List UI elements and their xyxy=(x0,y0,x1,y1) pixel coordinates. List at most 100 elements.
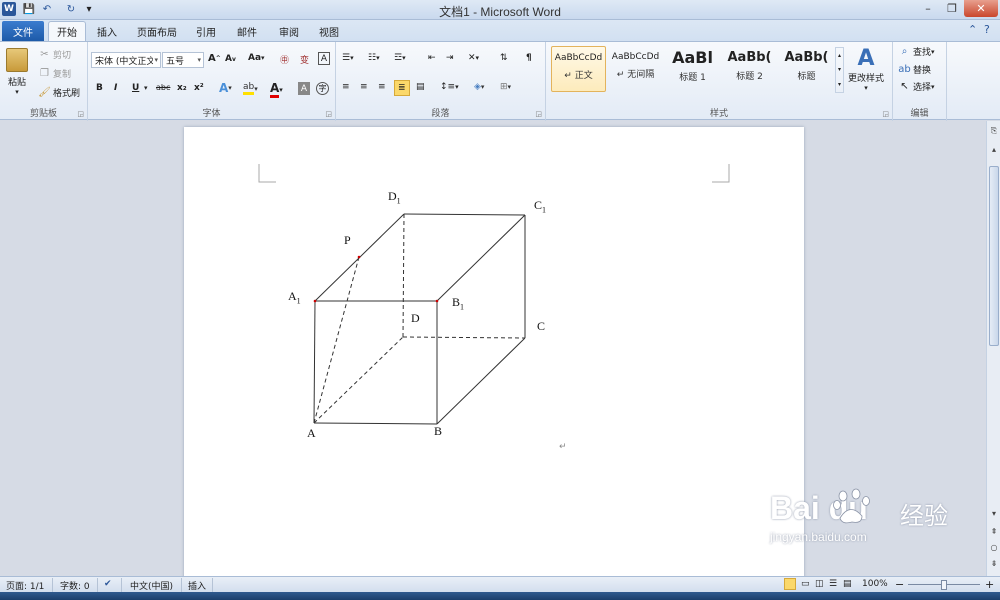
align-center-icon[interactable]: ≡ xyxy=(360,82,368,92)
close-button[interactable]: ✕ xyxy=(964,0,998,17)
tab-review[interactable]: 审阅 xyxy=(272,21,306,41)
font-color-icon[interactable]: A ▾ xyxy=(270,81,283,98)
help-icon[interactable]: ? xyxy=(984,23,990,36)
numbering-icon[interactable]: ☷ ▾ xyxy=(368,53,380,63)
character-shading-icon[interactable]: A xyxy=(298,82,310,95)
zoom-in-button[interactable]: + xyxy=(985,578,994,591)
text-effects-icon[interactable]: A ▾ xyxy=(219,81,232,95)
proofing-icon[interactable]: ✔ xyxy=(104,579,112,589)
web-layout-icon[interactable]: ◫ xyxy=(815,579,824,589)
tab-references[interactable]: 引用 xyxy=(190,21,222,41)
find-button[interactable]: ⌕ 查找 ▾ xyxy=(898,45,935,58)
browse-object-icon[interactable]: ○ xyxy=(988,541,1000,553)
style-normal[interactable]: AaBbCcDd ↵ 正文 xyxy=(551,46,606,92)
page-count[interactable]: 页面: 1/1 xyxy=(6,579,44,592)
outline-view-icon[interactable]: ☰ xyxy=(829,579,837,589)
edge-AD xyxy=(313,336,404,424)
superscript-button[interactable]: x² xyxy=(194,83,204,93)
paste-button[interactable]: 粘贴 ▾ xyxy=(6,48,28,96)
justify-icon[interactable]: ≣ xyxy=(394,80,410,96)
change-case-button[interactable]: Aa ▾ xyxy=(248,53,265,63)
copy-button[interactable]: ❐ 复制 xyxy=(38,67,71,80)
align-left-icon[interactable]: ≡ xyxy=(342,82,350,92)
scroll-up-icon[interactable]: ▴ xyxy=(988,143,1000,155)
chevron-down-icon: ▾ xyxy=(154,56,158,64)
next-page-icon[interactable]: ⇟ xyxy=(988,557,1000,569)
styles-scroll-icon[interactable]: ▴ ▾ ▾ xyxy=(835,47,844,93)
strikethrough-button[interactable]: abc xyxy=(156,83,170,92)
sort-icon[interactable]: ⇅ xyxy=(500,53,508,63)
shrink-font-button[interactable]: Av xyxy=(225,54,236,64)
line-spacing-icon[interactable]: ↕≡ ▾ xyxy=(440,82,459,92)
vertical-scrollbar[interactable]: ⎘ ▴ ▾ ⇞ ○ ⇟ xyxy=(986,121,1000,576)
select-button[interactable]: ↖ 选择 ▾ xyxy=(898,80,934,93)
underline-button[interactable]: U xyxy=(132,83,139,93)
style-title[interactable]: AaBb( 标题 xyxy=(779,46,834,92)
scroll-down-icon[interactable]: ▾ xyxy=(988,507,1000,519)
change-styles-button[interactable]: A 更改样式 ▾ xyxy=(848,46,884,92)
style-heading-1[interactable]: AaBl 标题 1 xyxy=(665,46,720,92)
font-size-select[interactable]: 五号 ▾ xyxy=(162,52,204,68)
ruler-toggle-icon[interactable]: ⎘ xyxy=(988,125,1000,137)
style-sample: AaBb( xyxy=(784,50,829,65)
character-border-icon[interactable]: A xyxy=(318,52,330,65)
enclose-characters-icon[interactable]: 字 xyxy=(316,82,329,95)
tab-view[interactable]: 视图 xyxy=(312,21,346,41)
bold-button[interactable]: B xyxy=(96,83,103,93)
styles-launcher-icon[interactable]: ◲ xyxy=(882,110,889,118)
collapse-ribbon-icon[interactable]: ⌃ xyxy=(968,23,977,36)
document-page[interactable]: D1 C1 P A1 B1 D C A B ↵ xyxy=(184,127,804,576)
clipboard-group-label: 剪贴板 xyxy=(29,109,57,119)
minimize-button[interactable]: – xyxy=(916,0,940,17)
tab-mailings[interactable]: 邮件 xyxy=(230,21,264,41)
multilevel-list-icon[interactable]: ☲ ▾ xyxy=(394,53,406,63)
zoom-out-button[interactable]: − xyxy=(895,578,904,591)
print-layout-icon[interactable] xyxy=(784,578,796,590)
paragraph-launcher-icon[interactable]: ◲ xyxy=(535,110,542,118)
document-area[interactable]: D1 C1 P A1 B1 D C A B ↵ xyxy=(0,121,986,576)
tab-home[interactable]: 开始 xyxy=(48,21,86,41)
chinese-layout-icon[interactable]: ✕ ▾ xyxy=(468,53,479,63)
highlight-icon[interactable]: ab ▾ xyxy=(243,82,258,95)
clear-format-icon[interactable]: 变 xyxy=(300,53,309,66)
borders-icon[interactable]: ⊞ ▾ xyxy=(500,82,511,92)
cut-button[interactable]: ✂ 剪切 xyxy=(38,48,71,61)
font-launcher-icon[interactable]: ◲ xyxy=(325,110,332,118)
tab-insert[interactable]: 插入 xyxy=(90,21,124,41)
scroll-thumb[interactable] xyxy=(989,166,999,346)
show-marks-icon[interactable]: ¶ xyxy=(526,53,532,63)
replace-button[interactable]: ab 替换 xyxy=(898,63,931,76)
phonetic-guide-icon[interactable]: ㊥ xyxy=(280,53,289,66)
word-count[interactable]: 字数: 0 xyxy=(60,579,90,592)
format-painter-button[interactable]: 🖌 格式刷 xyxy=(38,86,80,99)
italic-button[interactable]: I xyxy=(114,83,117,93)
scissors-icon: ✂ xyxy=(40,49,49,60)
shading-icon[interactable]: ◈ ▾ xyxy=(474,82,484,92)
underline-dropdown-icon[interactable]: ▾ xyxy=(144,84,148,92)
paragraph-group-label: 段落 xyxy=(431,109,450,119)
decrease-indent-icon[interactable]: ⇤ xyxy=(428,53,436,63)
format-painter-label: 格式刷 xyxy=(53,89,81,99)
grow-font-button[interactable]: A ^ xyxy=(208,53,221,64)
language-indicator[interactable]: 中文(中国) xyxy=(130,579,173,592)
font-name-select[interactable]: 宋体 (中文正文) ▾ xyxy=(91,52,161,68)
align-right-icon[interactable]: ≡ xyxy=(378,82,386,92)
zoom-slider-thumb[interactable] xyxy=(941,580,947,590)
style-heading-2[interactable]: AaBb( 标题 2 xyxy=(722,46,777,92)
draft-view-icon[interactable]: ▤ xyxy=(843,579,852,589)
zoom-level[interactable]: 100% xyxy=(862,579,888,589)
distributed-icon[interactable]: ▤ xyxy=(416,82,425,92)
previous-page-icon[interactable]: ⇞ xyxy=(988,525,1000,537)
increase-indent-icon[interactable]: ⇥ xyxy=(446,53,454,63)
full-screen-reading-icon[interactable]: ▭ xyxy=(801,579,810,589)
subscript-button[interactable]: x₂ xyxy=(177,83,187,93)
style-no-spacing[interactable]: AaBbCcDd ↵ 无间隔 xyxy=(608,46,663,92)
insert-mode[interactable]: 插入 xyxy=(188,579,206,592)
select-label: 选择 xyxy=(913,83,932,93)
clipboard-launcher-icon[interactable]: ◲ xyxy=(77,110,84,118)
bullets-icon[interactable]: ☰ ▾ xyxy=(342,53,354,63)
tab-page-layout[interactable]: 页面布局 xyxy=(130,21,184,41)
tab-file[interactable]: 文件 xyxy=(2,21,44,41)
maximize-button[interactable]: ❐ xyxy=(940,0,964,17)
paragraph-mark: ↵ xyxy=(559,442,567,452)
